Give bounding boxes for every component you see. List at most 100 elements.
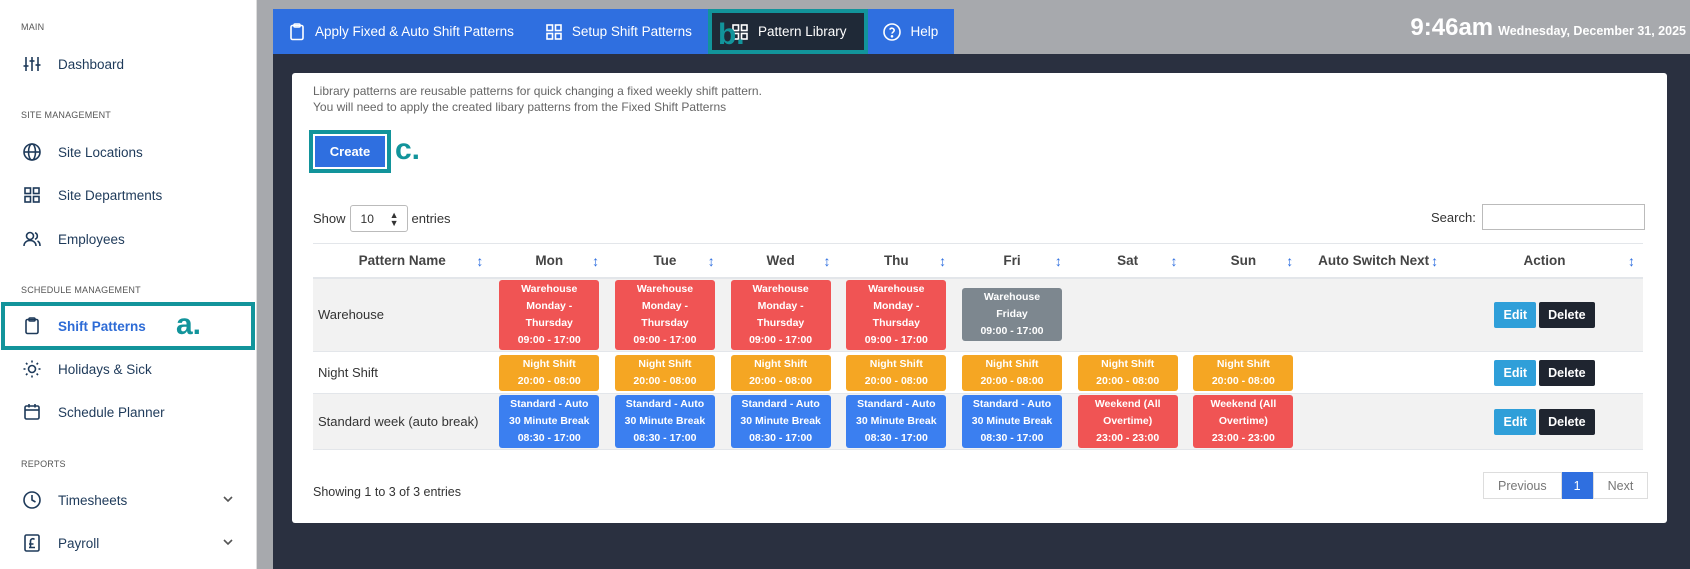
column-header[interactable]: Wed ↕ bbox=[722, 243, 839, 279]
shift-chip-line: Overtime) bbox=[1103, 415, 1153, 427]
day-cell: Standard - Auto 30 Minute Break 08:30 - 17… bbox=[838, 393, 955, 450]
sort-icon[interactable]: ↕ bbox=[592, 253, 599, 269]
day-cell: Standard - Auto 30 Minute Break 08:30 - 17… bbox=[954, 393, 1070, 450]
shift-chip: Night Shift 20:00 - 08:00 bbox=[499, 354, 600, 391]
sidebar-item-payroll[interactable]: Payroll bbox=[0, 525, 257, 561]
column-header[interactable]: Tue ↕ bbox=[607, 243, 723, 279]
sidebar-item-site-departments[interactable]: Site Departments bbox=[0, 177, 257, 213]
top-tab-bar: Apply Fixed & Auto Shift Patterns Setup … bbox=[273, 9, 955, 54]
section-label-reports: REPORTS bbox=[21, 459, 66, 469]
chevron-down-icon[interactable] bbox=[221, 535, 235, 549]
auto-switch-cell bbox=[1301, 351, 1447, 394]
sidebar-item-holidays[interactable]: Holidays & Sick bbox=[0, 351, 257, 387]
shift-chip-line: Warehouse bbox=[521, 282, 578, 295]
shift-chip-line: Warehouse bbox=[636, 282, 694, 295]
sort-icon[interactable]: ↕ bbox=[823, 253, 830, 269]
sort-icon[interactable]: ↕ bbox=[1055, 253, 1062, 269]
column-header[interactable]: Sat ↕ bbox=[1069, 243, 1186, 279]
shift-chip: Standard - Auto 30 Minute Break 08:30 - 17… bbox=[846, 395, 947, 448]
column-header[interactable]: Sun ↕ bbox=[1185, 243, 1302, 279]
shift-chip-line: 23:00 - 23:00 bbox=[1211, 432, 1275, 444]
column-header[interactable]: Auto Switch Next ↕ bbox=[1301, 243, 1447, 279]
auto-switch-cell bbox=[1301, 277, 1447, 352]
column-header[interactable]: Action ↕ bbox=[1446, 243, 1643, 279]
annotation-box-a bbox=[1, 302, 255, 350]
create-button[interactable]: Create bbox=[315, 136, 385, 167]
sidebar-item-label: Holidays & Sick bbox=[58, 361, 152, 377]
shift-chip: Warehouse Friday 09:00 - 17:00 bbox=[962, 288, 1062, 342]
tab-apply-patterns[interactable]: Apply Fixed & Auto Shift Patterns bbox=[273, 9, 530, 54]
sidebar-item-label: Timesheets bbox=[58, 492, 128, 508]
shift-chip-line: 30 Minute Break bbox=[856, 415, 937, 427]
sort-icon[interactable]: ↕ bbox=[476, 253, 483, 269]
shift-chip: Standard - Auto 30 Minute Break 08:30 - 17… bbox=[730, 395, 831, 448]
sidebar-item-schedule-planner[interactable]: Schedule Planner bbox=[0, 394, 257, 430]
shift-chip-line: Night Shift bbox=[754, 357, 808, 370]
sidebar-item-dashboard[interactable]: Dashboard bbox=[0, 46, 257, 82]
next-button[interactable]: Next bbox=[1592, 472, 1649, 499]
column-header-label: Mon bbox=[535, 252, 564, 268]
calendar-icon bbox=[24, 404, 40, 420]
shift-chip-line: Night Shift bbox=[869, 357, 923, 370]
search-input[interactable] bbox=[1481, 204, 1645, 230]
day-cell bbox=[1185, 277, 1302, 352]
sidebar-item-timesheets[interactable]: Timesheets bbox=[0, 482, 257, 518]
column-header-label: Wed bbox=[766, 252, 795, 268]
edit-button[interactable]: Edit bbox=[1494, 301, 1537, 328]
shift-chip-line: 08:30 - 17:00 bbox=[517, 432, 581, 444]
shift-chip-line: Night Shift bbox=[985, 357, 1039, 370]
day-cell: Night Shift 20:00 - 08:00 bbox=[954, 351, 1070, 394]
column-header-label: Tue bbox=[653, 252, 677, 268]
shift-chip-line: 09:00 - 17:00 bbox=[633, 333, 697, 346]
previous-button[interactable]: Previous bbox=[1483, 472, 1562, 499]
sidebar-item-site-locations[interactable]: Site Locations bbox=[0, 134, 257, 170]
auto-switch-cell bbox=[1301, 393, 1447, 450]
tab-setup-patterns[interactable]: Setup Shift Patterns bbox=[529, 9, 708, 54]
sidebar-item-label: Dashboard bbox=[58, 56, 125, 72]
table-row: Warehouse Warehouse Monday - Thursday 09:00 … bbox=[313, 277, 1643, 352]
sliders-icon bbox=[23, 57, 41, 71]
column-header[interactable]: Fri ↕ bbox=[954, 243, 1070, 279]
tab-help[interactable]: Help bbox=[868, 9, 955, 54]
delete-button[interactable]: Delete bbox=[1539, 301, 1595, 328]
shift-chip-line: 08:30 - 17:00 bbox=[633, 432, 697, 444]
column-header-label: Action bbox=[1523, 252, 1566, 268]
sort-icon[interactable]: ↕ bbox=[1431, 253, 1438, 269]
day-cell: Warehouse Monday - Thursday 09:00 - 17:00 bbox=[491, 277, 608, 352]
column-header[interactable]: Mon ↕ bbox=[491, 243, 608, 279]
delete-button[interactable]: Delete bbox=[1539, 359, 1595, 386]
shift-chip-line: Night Shift bbox=[1216, 357, 1270, 370]
chevron-down-icon[interactable] bbox=[221, 492, 235, 506]
column-header[interactable]: Pattern Name ↕ bbox=[313, 243, 492, 279]
shift-chip-line: Standard - Auto bbox=[972, 398, 1052, 410]
show-entries: Show 10 ▲ ▼ entries bbox=[313, 205, 451, 232]
shift-chip-line: 30 Minute Break bbox=[740, 415, 821, 427]
sort-icon[interactable]: ↕ bbox=[1171, 253, 1178, 269]
table-row: Standard week (auto break) Standard - Aut… bbox=[313, 393, 1643, 450]
shift-chip-line: 20:00 - 08:00 bbox=[1211, 374, 1275, 387]
shift-chip-line: 20:00 - 08:00 bbox=[749, 374, 813, 387]
sort-icon[interactable]: ↕ bbox=[939, 253, 946, 269]
patterns-table: Pattern Name ↕ Mon ↕ Tue ↕ Wed ↕ Thu ↕ Fri ↕ Sat ↕ Sun… bbox=[313, 243, 1643, 450]
column-header[interactable]: Thu ↕ bbox=[838, 243, 955, 279]
annotation-box-c: Create bbox=[309, 130, 391, 173]
shift-chip-line: 20:00 - 08:00 bbox=[1096, 374, 1160, 387]
entries-select[interactable]: 10 ▲ ▼ bbox=[349, 205, 408, 232]
sort-icon[interactable]: ↕ bbox=[708, 253, 715, 269]
column-header-label: Thu bbox=[883, 252, 909, 268]
day-cell: Weekend (All Overtime) 23:00 - 23:00 bbox=[1069, 393, 1186, 450]
shift-chip: Warehouse Monday - Thursday 09:00 - 17:00 bbox=[499, 279, 600, 350]
edit-button[interactable]: Edit bbox=[1494, 359, 1537, 386]
tab-pattern-library[interactable]: Pattern Library b. bbox=[707, 9, 869, 54]
delete-button[interactable]: Delete bbox=[1539, 408, 1595, 435]
sort-icon[interactable]: ↕ bbox=[1628, 253, 1635, 269]
shift-chip-line: Monday - bbox=[641, 299, 688, 312]
shift-chip-line: 23:00 - 23:00 bbox=[1096, 432, 1160, 444]
action-cell: Edit Delete bbox=[1446, 351, 1643, 394]
sidebar-item-employees[interactable]: Employees bbox=[0, 221, 257, 257]
page-button-current[interactable]: 1 bbox=[1561, 472, 1593, 499]
sort-icon[interactable]: ↕ bbox=[1286, 253, 1293, 269]
edit-button[interactable]: Edit bbox=[1494, 408, 1537, 435]
shift-chip-line: Thursday bbox=[756, 316, 805, 329]
annotation-label-b: b. bbox=[717, 18, 745, 51]
